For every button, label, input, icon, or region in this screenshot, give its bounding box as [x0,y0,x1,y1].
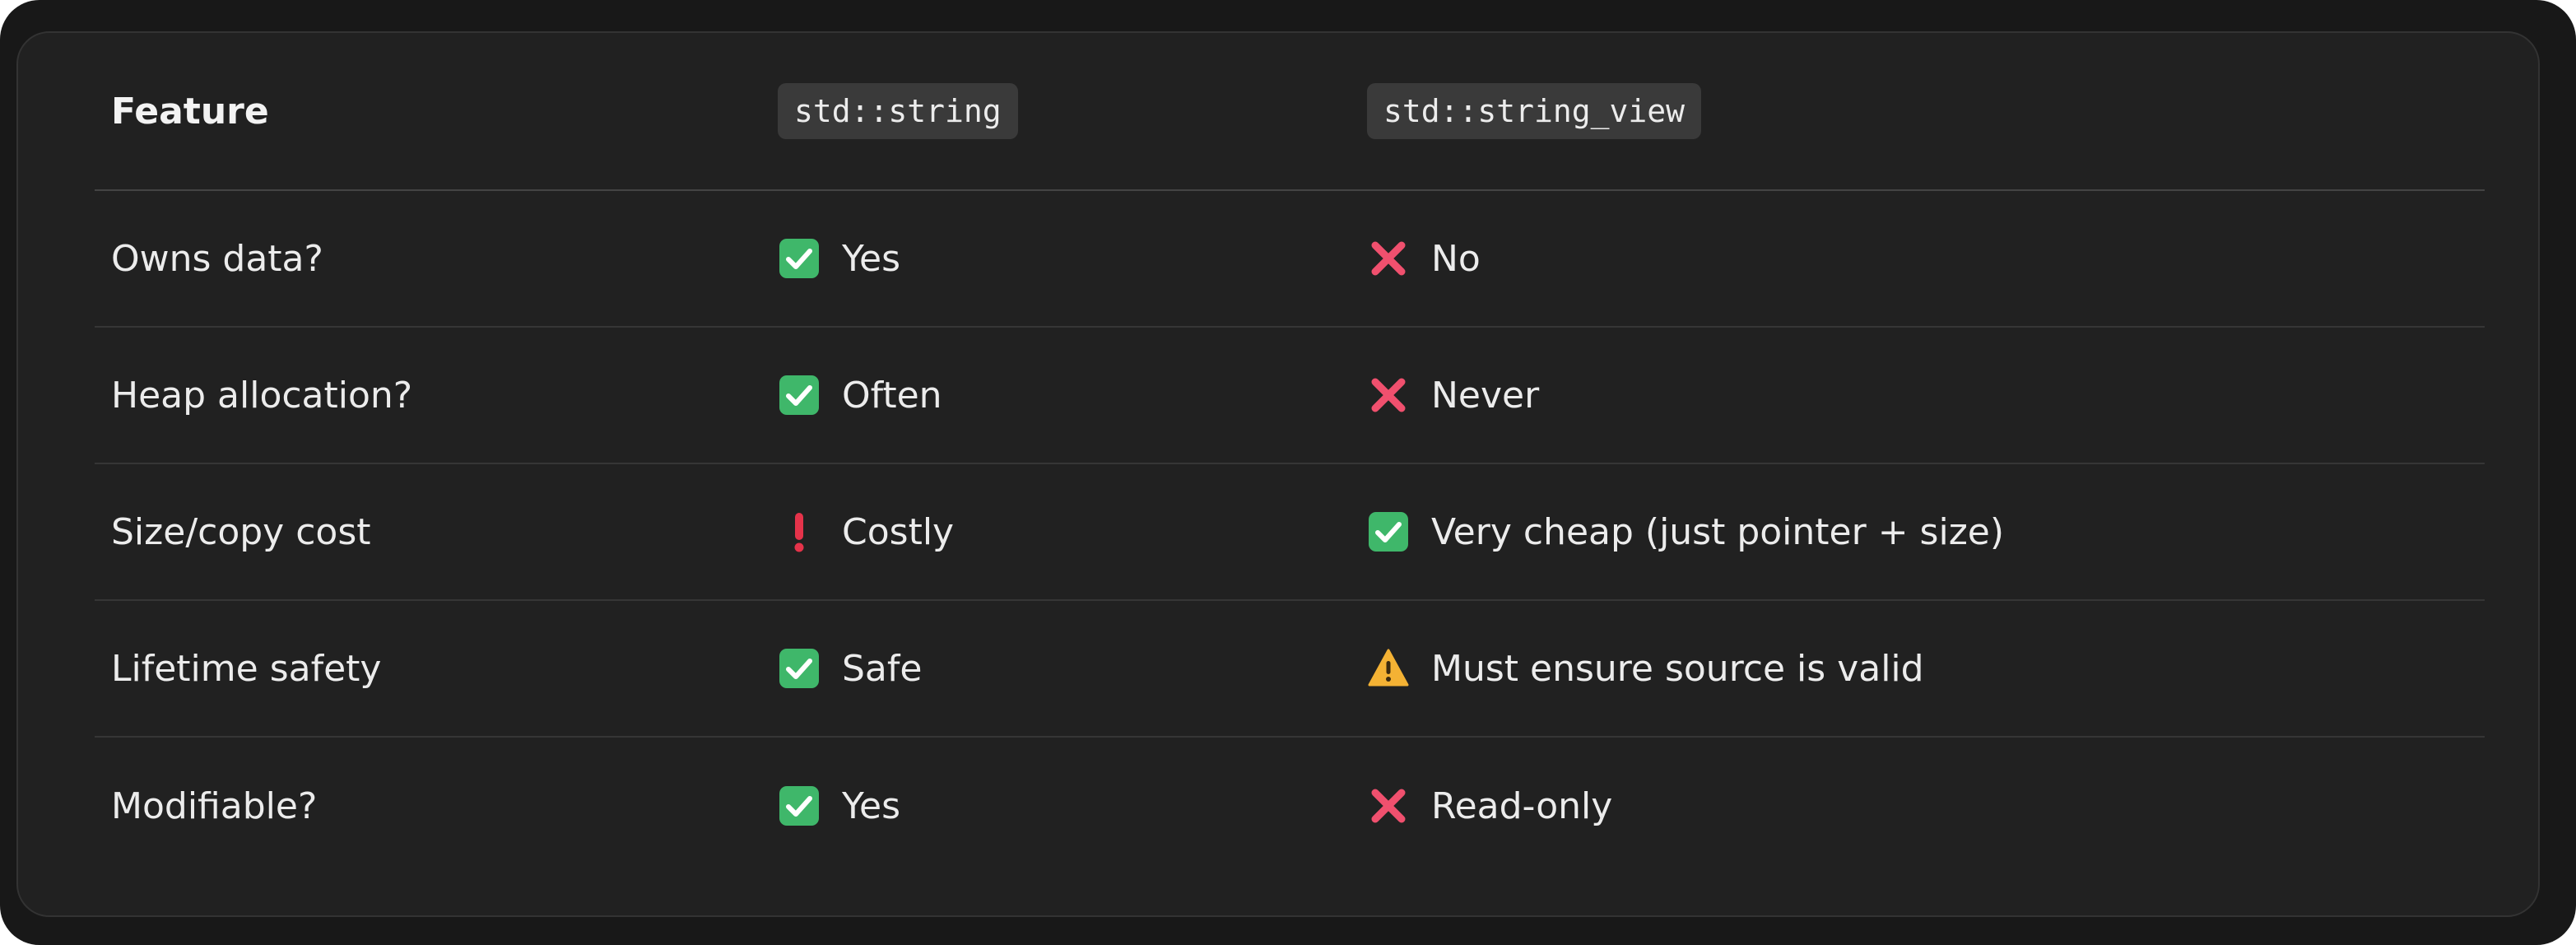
header-label-string: std::string [778,83,1018,139]
window-frame: Feature std::string std::string_view Own… [0,0,2576,945]
check-mark-icon [1367,510,1410,553]
check-mark-icon [778,647,821,690]
feature-cell: Modifiable? [111,738,317,874]
string-cell: Yes [778,191,900,326]
string-view-cell: Very cheap (just pointer + size) [1367,464,2004,599]
string-view-value: Must ensure source is valid [1431,647,1924,690]
string-value: Safe [842,647,923,690]
feature-cell: Size/copy cost [111,464,371,599]
string-value: Yes [842,237,901,280]
header-cell-feature: Feature [111,33,269,189]
feature-label: Lifetime safety [111,647,382,690]
string-value: Yes [842,784,901,827]
feature-cell: Lifetime safety [111,601,381,736]
check-mark-icon [778,374,821,417]
feature-label: Modifiable? [111,784,318,827]
string-value: Costly [842,510,955,553]
string-value: Often [842,374,942,417]
exclamation-icon [778,510,821,553]
header-cell-string: std::string [778,33,1018,189]
string-view-value: Never [1431,374,1540,417]
feature-label: Size/copy cost [111,510,371,553]
check-mark-icon [778,784,821,827]
header-label-string-view: std::string_view [1367,83,1702,139]
string-view-cell: Read-only [1367,738,1612,874]
feature-label: Owns data? [111,237,323,280]
string-cell: Yes [778,738,900,874]
cross-mark-icon [1367,237,1410,280]
string-view-value: No [1431,237,1481,280]
check-mark-icon [778,237,821,280]
string-view-value: Read-only [1431,784,1613,827]
feature-cell: Heap allocation? [111,328,412,463]
cross-mark-icon [1367,374,1410,417]
header-cell-string-view: std::string_view [1367,33,1702,189]
comparison-table: Feature std::string std::string_view Own… [16,31,2540,917]
warning-icon [1367,647,1410,690]
table-row: Modifiable? Yes Read-only [95,738,2485,874]
table-row: Size/copy cost Costly Very cheap (just p… [95,464,2485,601]
header-label-feature: Feature [111,90,269,133]
table-row: Heap allocation? Often Never [95,328,2485,464]
string-view-cell: No [1367,191,1481,326]
string-cell: Safe [778,601,922,736]
table-row: Lifetime safety Safe Must ensure source … [95,601,2485,738]
string-cell: Costly [778,464,954,599]
string-view-cell: Never [1367,328,1539,463]
feature-cell: Owns data? [111,191,323,326]
cross-mark-icon [1367,784,1410,827]
table-header-row: Feature std::string std::string_view [95,33,2485,191]
string-cell: Often [778,328,942,463]
feature-label: Heap allocation? [111,374,413,417]
string-view-value: Very cheap (just pointer + size) [1431,510,2005,553]
table-row: Owns data? Yes No [95,191,2485,328]
string-view-cell: Must ensure source is valid [1367,601,1924,736]
